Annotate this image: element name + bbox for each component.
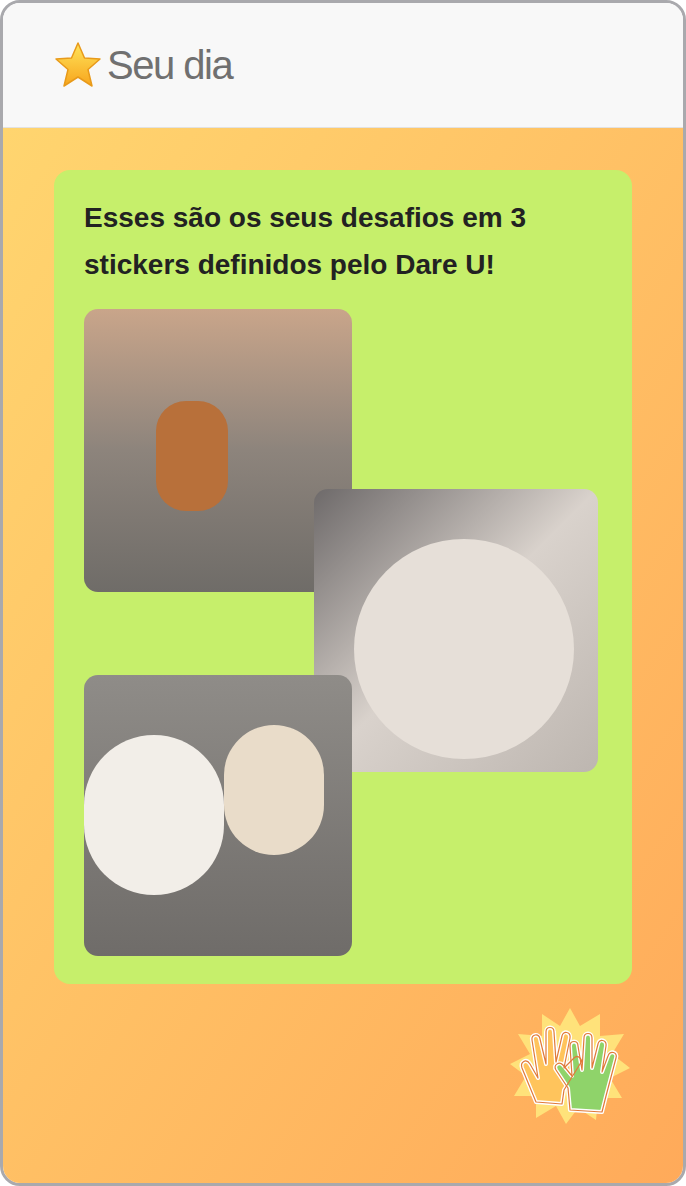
sticker-photo [314,489,598,772]
dog-shape [156,401,228,511]
footer [54,1006,632,1124]
header: Seu dia [3,3,683,128]
screen: Seu dia Esses são os seus desafios em 3 … [0,0,686,1186]
sticker-photo [84,675,352,956]
cat-shape [224,725,324,855]
content: Esses são os seus desafios em 3 stickers… [3,128,683,1183]
dog-face-shape [354,539,574,759]
panda-shape [84,735,224,895]
star-icon [53,41,103,89]
sticker-collage [84,309,616,956]
sticker-photo [84,309,352,592]
header-title: Seu dia [107,41,232,89]
challenge-card: Esses são os seus desafios em 3 stickers… [54,170,632,984]
card-title: Esses são os seus desafios em 3 stickers… [84,194,616,288]
high-five-icon[interactable] [508,1006,632,1124]
